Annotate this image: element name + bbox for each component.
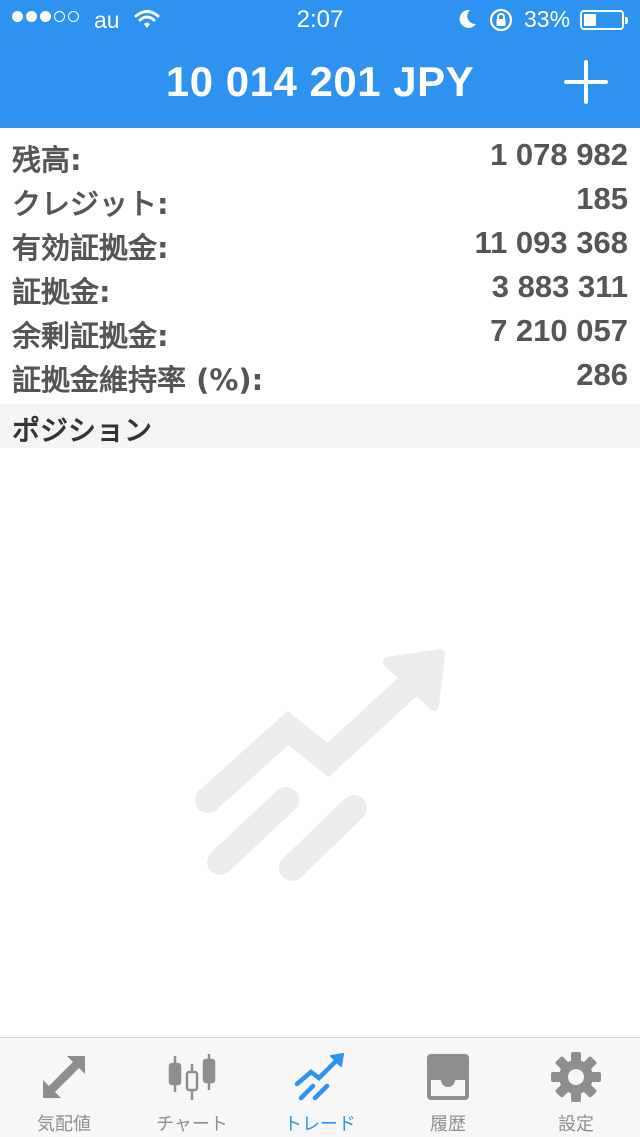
trade-trend-icon xyxy=(294,1053,344,1101)
summary-label: 余剰証拠金: xyxy=(12,319,169,353)
summary-label: 証拠金維持率 (%): xyxy=(12,363,264,397)
positions-title: ポジション xyxy=(12,414,153,447)
status-bar: au 2:07 33% xyxy=(0,0,640,40)
battery-level xyxy=(584,14,596,26)
summary-value: 185 xyxy=(576,181,628,216)
tab-label: トレード xyxy=(284,1114,356,1135)
summary-label: 有効証拠金: xyxy=(12,231,169,265)
candlestick-icon xyxy=(168,1054,216,1100)
summary-row-equity: 有効証拠金: 11 093 368 xyxy=(0,220,640,265)
inbox-tray-icon xyxy=(427,1054,469,1100)
summary-value: 286 xyxy=(576,357,628,392)
trend-arrow-icon xyxy=(195,649,445,881)
plus-icon xyxy=(564,60,608,104)
summary-value: 1 078 982 xyxy=(490,137,628,172)
account-summary: 残高: 1 078 982 クレジット: 185 有効証拠金: 11 093 3… xyxy=(0,132,640,397)
battery-icon xyxy=(580,10,628,30)
summary-label: 残高: xyxy=(12,143,82,177)
summary-row-balance: 残高: 1 078 982 xyxy=(0,132,640,177)
account-equity-title: 10 014 201 JPY xyxy=(165,58,475,105)
battery-percent: 33% xyxy=(524,6,571,32)
tab-label: チャート xyxy=(156,1114,228,1135)
moon-icon xyxy=(456,8,478,36)
tab-label: 設定 xyxy=(558,1114,594,1135)
tab-chart[interactable]: チャート xyxy=(128,1038,256,1137)
rotation-lock-icon xyxy=(488,7,514,39)
positions-section-header: ポジション xyxy=(0,404,640,448)
tab-trade[interactable]: トレード xyxy=(256,1038,384,1137)
empty-positions-area xyxy=(190,640,450,890)
tab-settings[interactable]: 設定 xyxy=(512,1038,640,1137)
summary-row-margin: 証拠金: 3 883 311 xyxy=(0,264,640,309)
summary-row-free-margin: 余剰証拠金: 7 210 057 xyxy=(0,308,640,353)
tab-history[interactable]: 履歴 xyxy=(384,1038,512,1137)
summary-value: 11 093 368 xyxy=(474,225,628,260)
gear-icon xyxy=(551,1052,601,1102)
quotes-arrows-icon xyxy=(43,1056,85,1098)
tab-label: 履歴 xyxy=(430,1114,466,1135)
summary-value: 7 210 057 xyxy=(490,313,628,348)
tab-quotes[interactable]: 気配値 xyxy=(0,1038,128,1137)
summary-label: 証拠金: xyxy=(12,275,111,309)
summary-row-margin-level: 証拠金維持率 (%): 286 xyxy=(0,352,640,397)
tab-label: 気配値 xyxy=(37,1114,91,1135)
summary-value: 3 883 311 xyxy=(491,269,628,304)
add-order-button[interactable] xyxy=(560,56,612,108)
tab-bar: 気配値 チャート トレード 履歴 設定 xyxy=(0,1037,640,1137)
summary-row-credit: クレジット: 185 xyxy=(0,176,640,221)
top-bar: au 2:07 33% 10 014 201 JPY xyxy=(0,0,640,128)
summary-label: クレジット: xyxy=(12,187,169,221)
